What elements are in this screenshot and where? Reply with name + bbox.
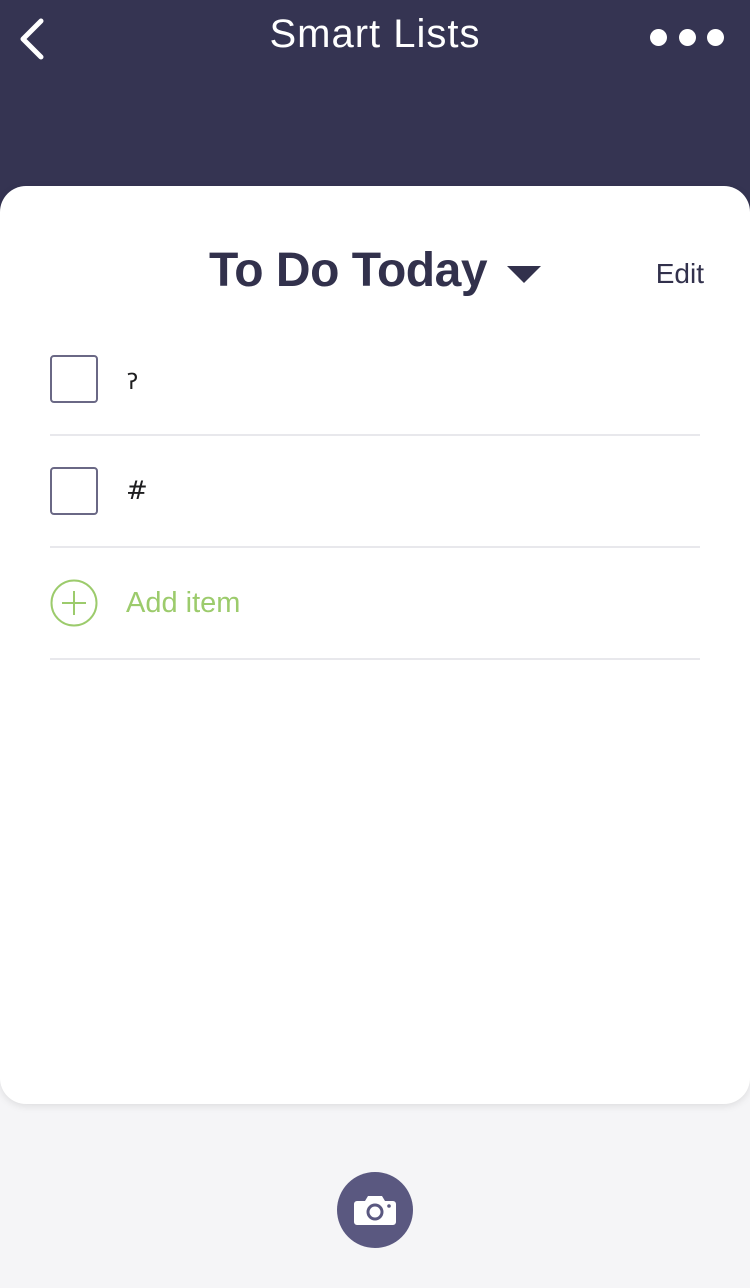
list-title-bar: To Do Today: [0, 238, 750, 302]
more-horizontal-icon: [707, 28, 724, 46]
screen: Smart Lists To Do Today Edit ॽ # Add ite…: [0, 0, 750, 1288]
item-checkbox[interactable]: [50, 467, 98, 515]
more-options-button[interactable]: [650, 22, 724, 52]
todo-list: ॽ # Add item: [50, 324, 700, 660]
caret-down-icon: [507, 266, 542, 283]
camera-button[interactable]: [337, 1172, 413, 1248]
list-card: To Do Today Edit ॽ # Add item: [0, 186, 750, 1104]
more-horizontal-icon: [678, 28, 696, 46]
item-text[interactable]: #: [126, 476, 148, 506]
edit-button[interactable]: Edit: [656, 258, 704, 290]
add-item-label: Add item: [126, 586, 241, 619]
page-title: Smart Lists: [269, 12, 481, 56]
item-text[interactable]: ॽ: [126, 361, 138, 397]
item-checkbox[interactable]: [50, 355, 98, 403]
plus-circle-icon: [50, 579, 98, 627]
more-horizontal-icon: [650, 28, 667, 46]
add-item-button[interactable]: Add item: [50, 548, 700, 660]
list-item: ॽ: [50, 324, 700, 436]
list-item: #: [50, 436, 700, 548]
list-title: To Do Today: [208, 243, 488, 297]
list-selector-dropdown[interactable]: To Do Today: [208, 243, 542, 298]
camera-icon: [354, 1196, 396, 1225]
